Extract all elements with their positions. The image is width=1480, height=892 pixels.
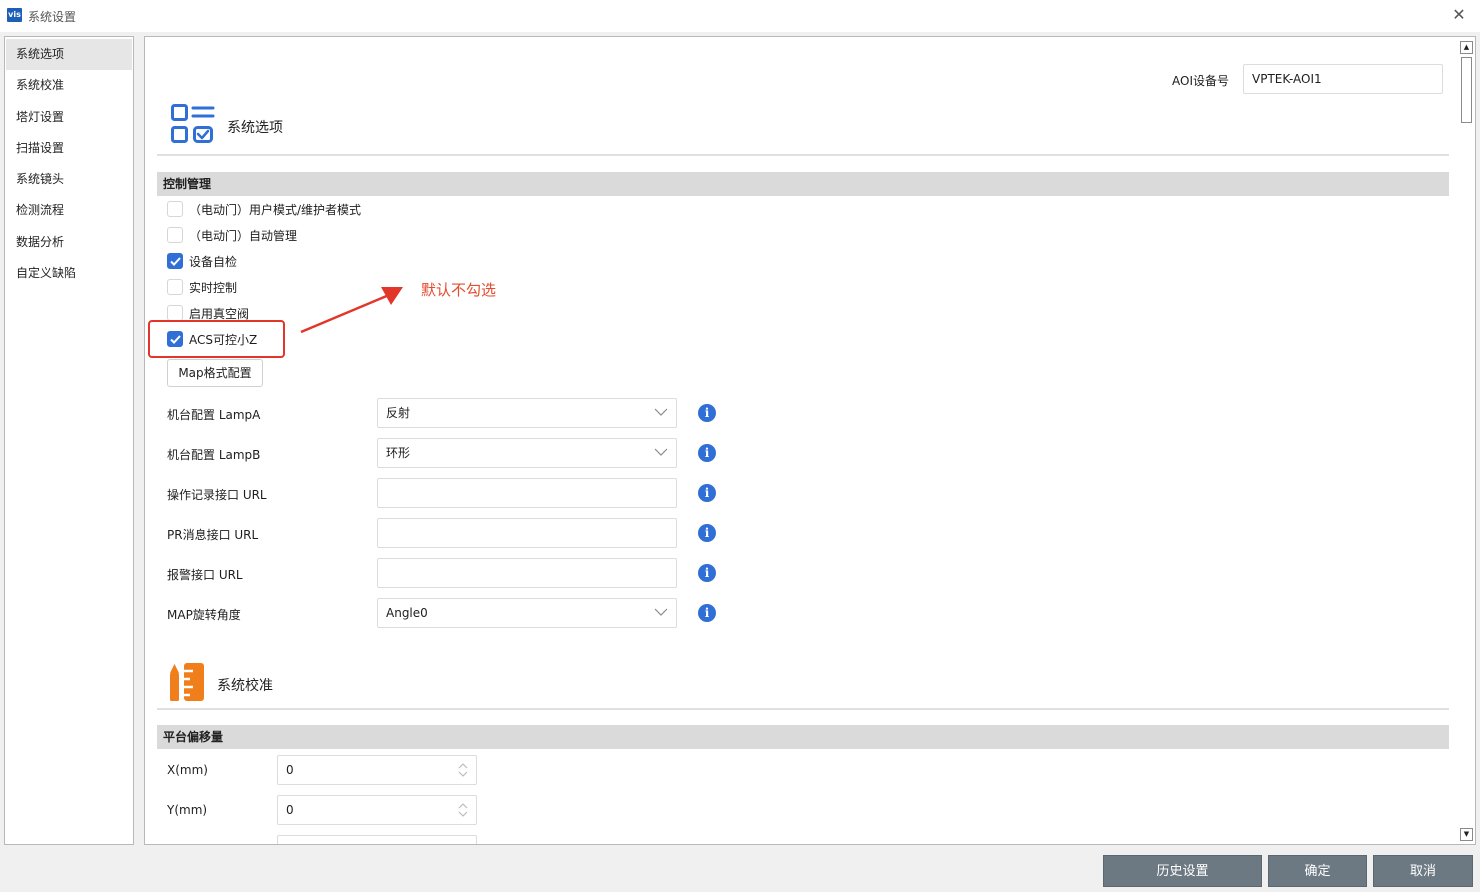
info-icon[interactable]: i bbox=[698, 604, 716, 622]
sidebar-item-custom-defects[interactable]: 自定义缺陷 bbox=[6, 258, 132, 289]
map-rotation-select[interactable]: Angle0 bbox=[377, 598, 677, 628]
checkbox-box[interactable] bbox=[167, 253, 183, 269]
annotation-arrow bbox=[300, 287, 403, 334]
section-divider bbox=[157, 154, 1449, 156]
scroll-down-button[interactable]: ▼ bbox=[1460, 828, 1473, 841]
info-icon[interactable]: i bbox=[698, 564, 716, 582]
form-label-operation-log-url: 操作记录接口 URL bbox=[167, 488, 267, 502]
cancel-button[interactable]: 取消 bbox=[1373, 855, 1473, 887]
group-header-platform-offset: 平台偏移量 bbox=[157, 725, 1449, 749]
checkbox-label: 实时控制 bbox=[189, 280, 238, 295]
close-button[interactable]: ✕ bbox=[1448, 4, 1470, 26]
ruler-pencil-icon bbox=[170, 663, 204, 701]
info-icon[interactable]: i bbox=[698, 404, 716, 422]
checkbox-box[interactable] bbox=[167, 227, 183, 243]
form-label-alarm-url: 报警接口 URL bbox=[167, 568, 243, 582]
section-divider bbox=[157, 708, 1449, 710]
checkbox-door-auto-manage[interactable]: （电动门）自动管理 bbox=[167, 226, 297, 244]
info-icon[interactable]: i bbox=[698, 444, 716, 462]
operation-log-url-input[interactable] bbox=[377, 478, 677, 508]
group-header-control: 控制管理 bbox=[157, 172, 1449, 196]
close-icon: ✕ bbox=[1452, 5, 1466, 24]
next-offset-input[interactable] bbox=[277, 835, 477, 844]
window-title: 系统设置 bbox=[28, 10, 77, 24]
caret-down-icon: ▼ bbox=[1463, 830, 1470, 838]
select-value: 环形 bbox=[386, 446, 411, 460]
checklist-icon bbox=[171, 104, 215, 143]
select-value: 反射 bbox=[386, 406, 411, 420]
input-value: 0 bbox=[286, 763, 294, 777]
lamp-b-select[interactable]: 环形 bbox=[377, 438, 677, 468]
checkbox-label: 启用真空阀 bbox=[189, 306, 250, 321]
form-label-y-offset: Y(mm) bbox=[167, 803, 208, 817]
chevron-down-icon bbox=[654, 408, 668, 416]
section-title-system-options: 系统选项 bbox=[227, 120, 283, 136]
checkbox-box[interactable] bbox=[167, 305, 183, 321]
annotation-text: 默认不勾选 bbox=[421, 281, 497, 299]
sidebar-item-inspection-flow[interactable]: 检测流程 bbox=[6, 195, 132, 226]
sidebar-item-system-lens[interactable]: 系统镜头 bbox=[6, 164, 132, 195]
chevron-down-icon bbox=[654, 608, 668, 616]
checkbox-label: 设备自检 bbox=[189, 254, 238, 269]
sidebar-item-data-analysis[interactable]: 数据分析 bbox=[6, 227, 132, 258]
spinner-icon[interactable] bbox=[458, 803, 468, 817]
sidebar-item-system-options[interactable]: 系统选项 bbox=[6, 39, 132, 70]
title-bar: vis 系统设置 ✕ bbox=[0, 0, 1480, 32]
checkbox-label: （电动门）用户模式/维护者模式 bbox=[189, 202, 362, 217]
info-icon[interactable]: i bbox=[698, 484, 716, 502]
input-value: 0 bbox=[286, 803, 294, 817]
highlight-box bbox=[148, 320, 285, 358]
form-label-lamp-b: 机台配置 LampB bbox=[167, 448, 261, 462]
alarm-url-input[interactable] bbox=[377, 558, 677, 588]
checkbox-box[interactable] bbox=[167, 201, 183, 217]
section-title-system-calibration: 系统校准 bbox=[217, 678, 273, 694]
scroll-thumb[interactable] bbox=[1461, 57, 1472, 123]
sidebar: 系统选项 系统校准 塔灯设置 扫描设置 系统镜头 检测流程 数据分析 自定义缺陷 bbox=[4, 36, 134, 845]
spinner-icon[interactable] bbox=[458, 763, 468, 777]
vertical-scrollbar[interactable]: ▲ ▼ bbox=[1459, 39, 1474, 843]
checkbox-door-user-mode[interactable]: （电动门）用户模式/维护者模式 bbox=[167, 200, 361, 218]
aoi-device-input[interactable]: VPTEK-AOI1 bbox=[1243, 64, 1443, 94]
history-settings-button[interactable]: 历史设置 bbox=[1103, 855, 1262, 887]
form-label-lamp-a: 机台配置 LampA bbox=[167, 408, 261, 422]
form-label-x-offset: X(mm) bbox=[167, 763, 208, 777]
y-offset-input[interactable]: 0 bbox=[277, 795, 477, 825]
checkbox-realtime-control[interactable]: 实时控制 bbox=[167, 278, 237, 296]
map-format-config-button[interactable]: Map格式配置 bbox=[167, 359, 263, 387]
caret-up-icon: ▲ bbox=[1463, 43, 1470, 51]
ok-button[interactable]: 确定 bbox=[1268, 855, 1367, 887]
form-label-pr-message-url: PR消息接口 URL bbox=[167, 528, 259, 542]
aoi-device-label: AOI设备号 bbox=[1172, 74, 1229, 88]
select-value: Angle0 bbox=[386, 606, 428, 620]
sidebar-item-scan-settings[interactable]: 扫描设置 bbox=[6, 133, 132, 164]
pr-message-url-input[interactable] bbox=[377, 518, 677, 548]
lamp-a-select[interactable]: 反射 bbox=[377, 398, 677, 428]
sidebar-item-system-calibration[interactable]: 系统校准 bbox=[6, 70, 132, 101]
chevron-down-icon bbox=[654, 448, 668, 456]
scroll-up-button[interactable]: ▲ bbox=[1460, 41, 1473, 54]
settings-panel: AOI设备号 VPTEK-AOI1 系统选项 控制管理 （电动门）用户模式/维护… bbox=[144, 36, 1476, 845]
form-label-map-rotation: MAP旋转角度 bbox=[167, 608, 241, 622]
sidebar-item-tower-light[interactable]: 塔灯设置 bbox=[6, 102, 132, 133]
x-offset-input[interactable]: 0 bbox=[277, 755, 477, 785]
checkbox-box[interactable] bbox=[167, 279, 183, 295]
app-logo: vis bbox=[7, 8, 22, 22]
checkbox-device-self-check[interactable]: 设备自检 bbox=[167, 252, 237, 270]
checkbox-label: （电动门）自动管理 bbox=[189, 228, 298, 243]
info-icon[interactable]: i bbox=[698, 524, 716, 542]
